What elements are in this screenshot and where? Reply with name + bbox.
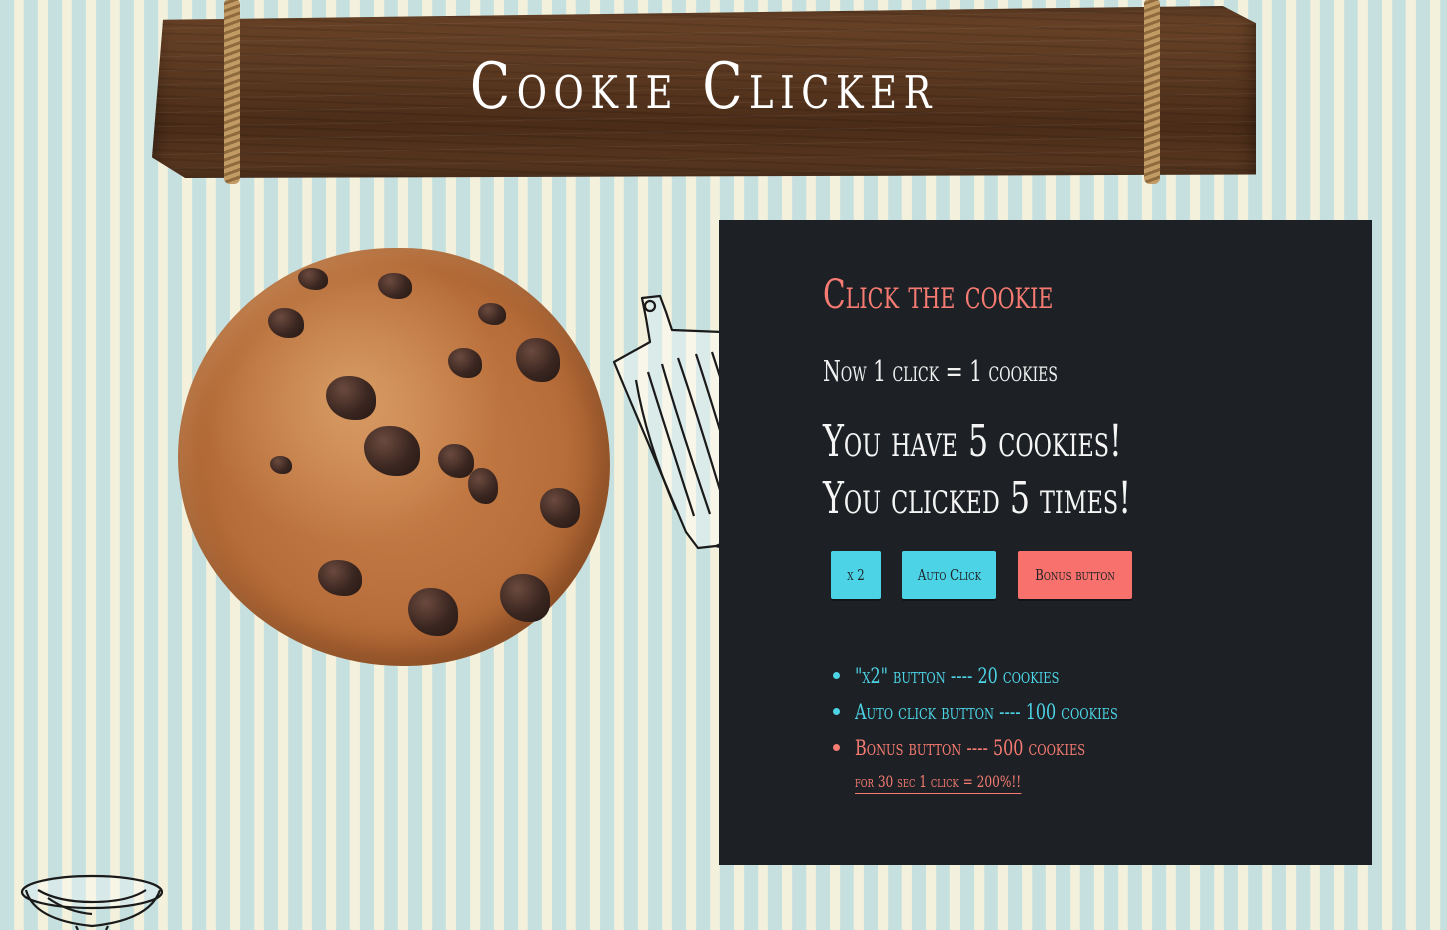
chocolate-chip [448, 348, 482, 378]
price-item-label: "x2" button ---- 20 cookies [855, 664, 1060, 688]
auto-click-button-label: Auto Click [917, 566, 981, 584]
price-item-label: Bonus button ---- 500 cookies [855, 736, 1086, 760]
x2-button[interactable]: x 2 [831, 551, 881, 599]
chocolate-chip [408, 588, 458, 636]
price-item-bonus: Bonus button ---- 500 cookies [829, 730, 1201, 766]
chocolate-chip [500, 574, 550, 622]
price-item-auto: Auto click button ---- 100 cookies [829, 694, 1201, 730]
chocolate-chip [270, 456, 292, 474]
click-rate-text: Now 1 click = 1 cookies [823, 354, 1058, 388]
bowl-sketch [20, 874, 164, 930]
page-title: Cookie Clicker [469, 50, 939, 124]
price-item-label: Auto click button ---- 100 cookies [855, 700, 1118, 724]
panel-heading: Click the cookie [823, 272, 1054, 318]
rope-left [224, 0, 240, 184]
price-list: "x2" button ---- 20 cookies Auto click b… [829, 658, 1201, 766]
chocolate-chip [378, 273, 412, 299]
chocolate-chip [318, 560, 362, 596]
header-sign: Cookie Clicker [152, 0, 1256, 188]
chocolate-chip [326, 376, 376, 420]
chocolate-chip [478, 303, 506, 325]
chocolate-chip [540, 488, 580, 528]
chocolate-chip [468, 468, 498, 504]
chocolate-chip [364, 426, 420, 476]
chocolate-chip [298, 268, 328, 290]
price-item-x2: "x2" button ---- 20 cookies [829, 658, 1201, 694]
click-count-text: You clicked 5 times! [823, 473, 1131, 524]
chocolate-chip [516, 338, 560, 382]
chocolate-chip [268, 308, 304, 338]
bonus-button[interactable]: Bonus button [1018, 551, 1132, 599]
auto-click-button[interactable]: Auto Click [902, 551, 996, 599]
bonus-button-label: Bonus button [1035, 566, 1115, 584]
bonus-note-link[interactable]: for 30 sec 1 click = 200%!! [855, 772, 1022, 794]
cookie-button[interactable] [178, 248, 610, 666]
x2-button-label: x 2 [847, 566, 865, 584]
chocolate-chip [438, 444, 474, 478]
game-panel: Click the cookie Now 1 click = 1 cookies… [719, 220, 1372, 865]
cookie-count-text: You have 5 cookies! [823, 416, 1122, 467]
